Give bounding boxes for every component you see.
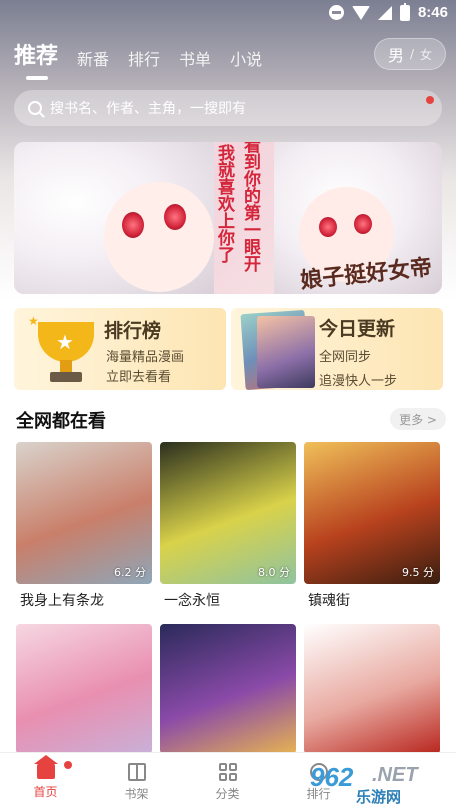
ranking-subtitle-1: 海量精品漫画 (106, 350, 185, 365)
nav-label: 分类 (215, 787, 240, 801)
nav-label: 首页 (33, 785, 58, 799)
comic-cover[interactable]: 8.0 分 (160, 442, 296, 584)
top-tabs: 推荐 新番 排行 书单 小说 (14, 38, 262, 80)
tab-recommend[interactable]: 推荐 (14, 38, 59, 80)
home-icon (33, 755, 58, 779)
ranking-subtitle-2: 立即去看看 (106, 370, 172, 385)
comic-title: 一念永恒 (164, 593, 220, 609)
comic-cover[interactable]: 9.5 分 (304, 442, 440, 584)
comic-card[interactable]: 9.5 分镇魂街 (304, 442, 440, 610)
comic-card[interactable] (304, 624, 440, 754)
tab-new[interactable]: 新番 (77, 46, 109, 70)
comic-cover[interactable] (16, 624, 152, 754)
signal-icon (377, 5, 392, 20)
category-icon (218, 763, 237, 781)
watermark-brand: 962 (310, 762, 354, 792)
trophy-star-icon: ★ (56, 330, 74, 354)
search-input[interactable]: 搜书名、作者、主角，一搜即有 (14, 90, 442, 126)
ranking-card[interactable]: ★ ★ 排行榜 海量精品漫画 立即去看看 (14, 308, 226, 390)
trophy-base (50, 372, 82, 382)
status-bar: 8:46 (0, 0, 456, 28)
gender-female[interactable]: 女 (420, 46, 432, 63)
comic-cover[interactable] (160, 624, 296, 754)
comic-cover[interactable]: 6.2 分 (16, 442, 152, 584)
do-not-disturb-icon (328, 5, 344, 20)
ranking-title: 排行榜 (104, 320, 162, 342)
nav-home[interactable]: 首页 (0, 753, 91, 810)
today-update-title: 今日更新 (319, 318, 396, 340)
search-icon (28, 101, 42, 115)
tab-novel[interactable]: 小说 (230, 46, 262, 70)
nav-category[interactable]: 分类 (182, 753, 273, 810)
banner-face-left (104, 182, 214, 292)
today-update-card[interactable]: 今日更新 全网同步 追漫快人一步 (231, 308, 443, 390)
notification-dot (426, 96, 434, 104)
comic-card[interactable] (160, 624, 296, 754)
nav-label: 书架 (124, 787, 149, 801)
nav-bookshelf[interactable]: 书架 (91, 753, 182, 810)
banner-carousel[interactable]: 我就喜欢上你了 看到你的第一眼开 娘子挺好女帝 (14, 142, 442, 294)
status-icons: 8:46 (328, 2, 448, 21)
comic-title: 我身上有条龙 (20, 593, 104, 609)
wifi-icon (351, 5, 370, 20)
comic-card[interactable]: 8.0 分一念永恒 (160, 442, 296, 610)
comic-title: 镇魂街 (308, 593, 350, 609)
today-update-subtitle-1: 全网同步 (319, 350, 372, 365)
comic-score: 6.2 分 (114, 566, 146, 579)
comic-score: 9.5 分 (402, 566, 434, 579)
banner-text-2: 看到你的第一眼开 (240, 142, 260, 272)
comic-score: 8.0 分 (258, 566, 290, 579)
gender-separator: / (409, 47, 415, 61)
comic-cover[interactable] (304, 624, 440, 754)
search-placeholder: 搜书名、作者、主角，一搜即有 (50, 101, 246, 117)
nav-notification-dot (64, 761, 72, 769)
banner-eye (122, 212, 144, 238)
watermark-logo: 962 .NET 乐游网 (310, 762, 448, 806)
tab-ranking[interactable]: 排行 (128, 46, 160, 70)
today-update-subtitle-2: 追漫快人一步 (319, 374, 398, 389)
tab-booklist[interactable]: 书单 (179, 46, 211, 70)
gender-male[interactable]: 男 (388, 42, 404, 66)
bookshelf-icon (127, 763, 146, 781)
banner-eye (354, 214, 372, 234)
comic-card[interactable]: 6.2 分我身上有条龙 (16, 442, 152, 610)
battery-icon (399, 2, 410, 21)
status-time: 8:46 (417, 4, 448, 21)
section-title: 全网都在看 (16, 411, 106, 432)
watermark-suffix: .NET (372, 764, 418, 786)
comic-card[interactable] (16, 624, 152, 754)
more-button[interactable]: 更多 > (390, 408, 446, 430)
banner-eye (319, 217, 337, 237)
banner-eye (164, 204, 186, 230)
active-tab-indicator (26, 76, 48, 80)
tab-label: 推荐 (14, 44, 59, 69)
watermark-site: 乐游网 (356, 788, 402, 806)
update-cover-front (257, 316, 315, 388)
banner-text-1: 我就喜欢上你了 (214, 144, 234, 263)
gender-switch[interactable]: 男 / 女 (374, 38, 446, 70)
